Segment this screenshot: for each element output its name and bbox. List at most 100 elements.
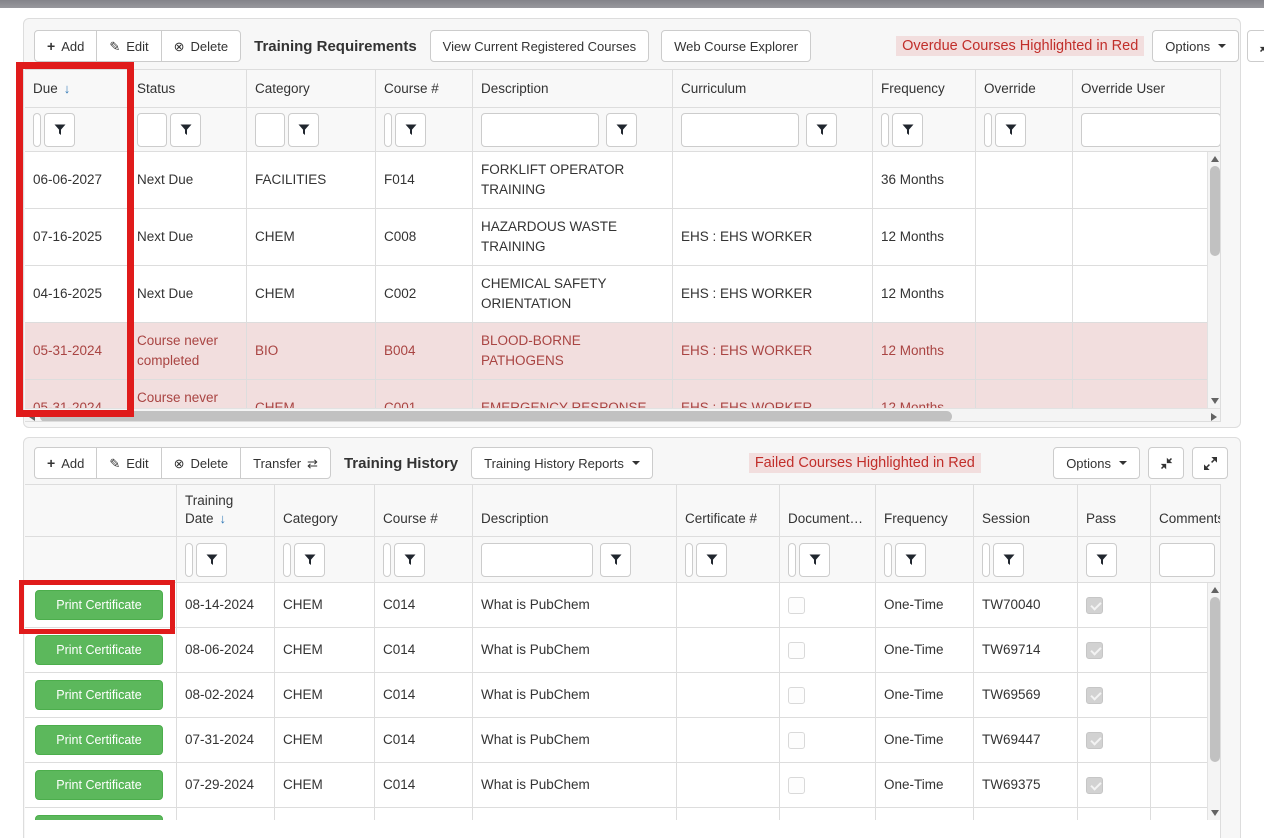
column-header-comments[interactable]: Comments [1151,485,1221,536]
course-filter-input[interactable] [384,113,392,147]
comments-filter-input[interactable] [1159,543,1215,577]
category-filter-button[interactable] [294,543,325,577]
requirement-row[interactable]: 07-16-2025 Next Due CHEM C008 HAZARDOUS … [25,209,1220,266]
pass-checkbox[interactable] [1086,687,1103,704]
add-button[interactable]: +Add [34,447,97,479]
pass-checkbox[interactable] [1086,777,1103,794]
web-course-explorer-button[interactable]: Web Course Explorer [661,30,811,62]
print-certificate-button[interactable]: Print Certificate [35,725,163,755]
collapse-grid-button[interactable] [1247,30,1264,62]
override-filter-input[interactable] [984,113,992,147]
history-row[interactable]: Print Certificate 08-02-2024 CHEM C014 W… [25,673,1220,718]
column-header-session[interactable]: Session [974,485,1078,536]
description-filter-button[interactable] [600,543,631,577]
session-filter-input[interactable] [982,543,990,577]
status-filter-button[interactable] [170,113,201,147]
print-certificate-button[interactable]: Print Certificate [35,815,163,820]
column-header-course[interactable]: Course # [375,485,473,536]
column-header-description[interactable]: Description [473,485,677,536]
pass-checkbox[interactable] [1086,732,1103,749]
add-button[interactable]: +Add [34,30,97,62]
column-header-certificate[interactable]: Certificate # [677,485,780,536]
print-certificate-button[interactable]: Print Certificate [35,590,163,620]
history-row[interactable]: Print Certificate 08-06-2024 CHEM C014 W… [25,628,1220,673]
document-checkbox[interactable] [788,642,805,659]
scroll-left-arrow[interactable] [29,413,35,421]
column-header-due[interactable]: Due↓ [25,70,129,107]
vertical-scroll-thumb[interactable] [1210,166,1220,256]
print-certificate-button[interactable]: Print Certificate [35,680,163,710]
document-filter-button[interactable] [799,543,830,577]
delete-button[interactable]: ⊗Delete [161,30,241,62]
document-checkbox[interactable] [788,597,805,614]
pass-filter-button[interactable] [1086,543,1117,577]
edit-button[interactable]: ✎Edit [96,447,161,479]
due-filter-button[interactable] [44,113,75,147]
description-filter-input[interactable] [481,113,599,147]
expand-grid-button[interactable] [1192,447,1228,479]
frequency-filter-input[interactable] [884,543,892,577]
requirement-row[interactable]: 06-06-2027 Next Due FACILITIES F014 FORK… [25,152,1220,209]
column-header-category[interactable]: Category [275,485,375,536]
category-filter-button[interactable] [288,113,319,147]
pass-checkbox[interactable] [1086,642,1103,659]
scroll-down-arrow[interactable] [1211,810,1219,816]
pass-checkbox[interactable] [1086,597,1103,614]
status-filter-input[interactable] [137,113,167,147]
transfer-button[interactable]: Transfer⇄ [240,447,331,479]
column-header-description[interactable]: Description [473,70,673,107]
horizontal-scrollbar[interactable] [25,408,1221,422]
category-filter-input[interactable] [283,543,291,577]
column-header-frequency[interactable]: Frequency [873,70,976,107]
options-button[interactable]: Options [1053,447,1140,479]
document-filter-input[interactable] [788,543,796,577]
column-header-training-date[interactable]: Training Date↓ [177,485,275,536]
course-filter-input[interactable] [383,543,391,577]
override-filter-button[interactable] [995,113,1026,147]
date-filter-button[interactable] [196,543,227,577]
print-certificate-button[interactable]: Print Certificate [35,770,163,800]
collapse-grid-button[interactable] [1148,447,1184,479]
frequency-filter-button[interactable] [892,113,923,147]
description-filter-button[interactable] [606,113,637,147]
history-row[interactable]: Print Certificate 08-14-2024 CHEM C014 W… [25,583,1220,628]
column-header-document[interactable]: Document… [780,485,876,536]
override-user-filter-input[interactable] [1081,113,1221,147]
date-filter-input[interactable] [185,543,193,577]
scroll-up-arrow[interactable] [1211,156,1219,162]
horizontal-scroll-thumb[interactable] [40,411,952,422]
curriculum-filter-button[interactable] [806,113,837,147]
course-filter-button[interactable] [394,543,425,577]
print-certificate-button[interactable]: Print Certificate [35,635,163,665]
requirement-row-overdue[interactable]: 05-31-2024 Course never completed CHEM C… [25,380,1220,408]
vertical-scrollbar[interactable] [1207,152,1221,408]
column-header-pass[interactable]: Pass [1078,485,1151,536]
history-row[interactable]: Print Certificate 07-31-2024 CHEM C014 W… [25,718,1220,763]
certificate-filter-button[interactable] [696,543,727,577]
column-header-frequency[interactable]: Frequency [876,485,974,536]
vertical-scrollbar[interactable] [1207,583,1221,820]
column-header-override[interactable]: Override [976,70,1073,107]
category-filter-input[interactable] [255,113,285,147]
description-filter-input[interactable] [481,543,593,577]
vertical-scroll-thumb[interactable] [1210,597,1220,762]
column-header-curriculum[interactable]: Curriculum [673,70,873,107]
frequency-filter-button[interactable] [895,543,926,577]
scroll-up-arrow[interactable] [1211,587,1219,593]
document-checkbox[interactable] [788,777,805,794]
curriculum-filter-input[interactable] [681,113,799,147]
requirement-row-overdue[interactable]: 05-31-2024 Course never completed BIO B0… [25,323,1220,380]
view-registered-courses-button[interactable]: View Current Registered Courses [430,30,649,62]
column-header-category[interactable]: Category [247,70,376,107]
document-checkbox[interactable] [788,732,805,749]
training-history-reports-button[interactable]: Training History Reports [471,447,653,479]
delete-button[interactable]: ⊗Delete [161,447,241,479]
scroll-down-arrow[interactable] [1211,398,1219,404]
frequency-filter-input[interactable] [881,113,889,147]
course-filter-button[interactable] [395,113,426,147]
column-header-course[interactable]: Course # [376,70,473,107]
column-header-override-user[interactable]: Override User [1073,70,1221,107]
session-filter-button[interactable] [993,543,1024,577]
due-filter-input[interactable] [33,113,41,147]
history-row-partial[interactable]: Print Certificate [25,808,1220,820]
